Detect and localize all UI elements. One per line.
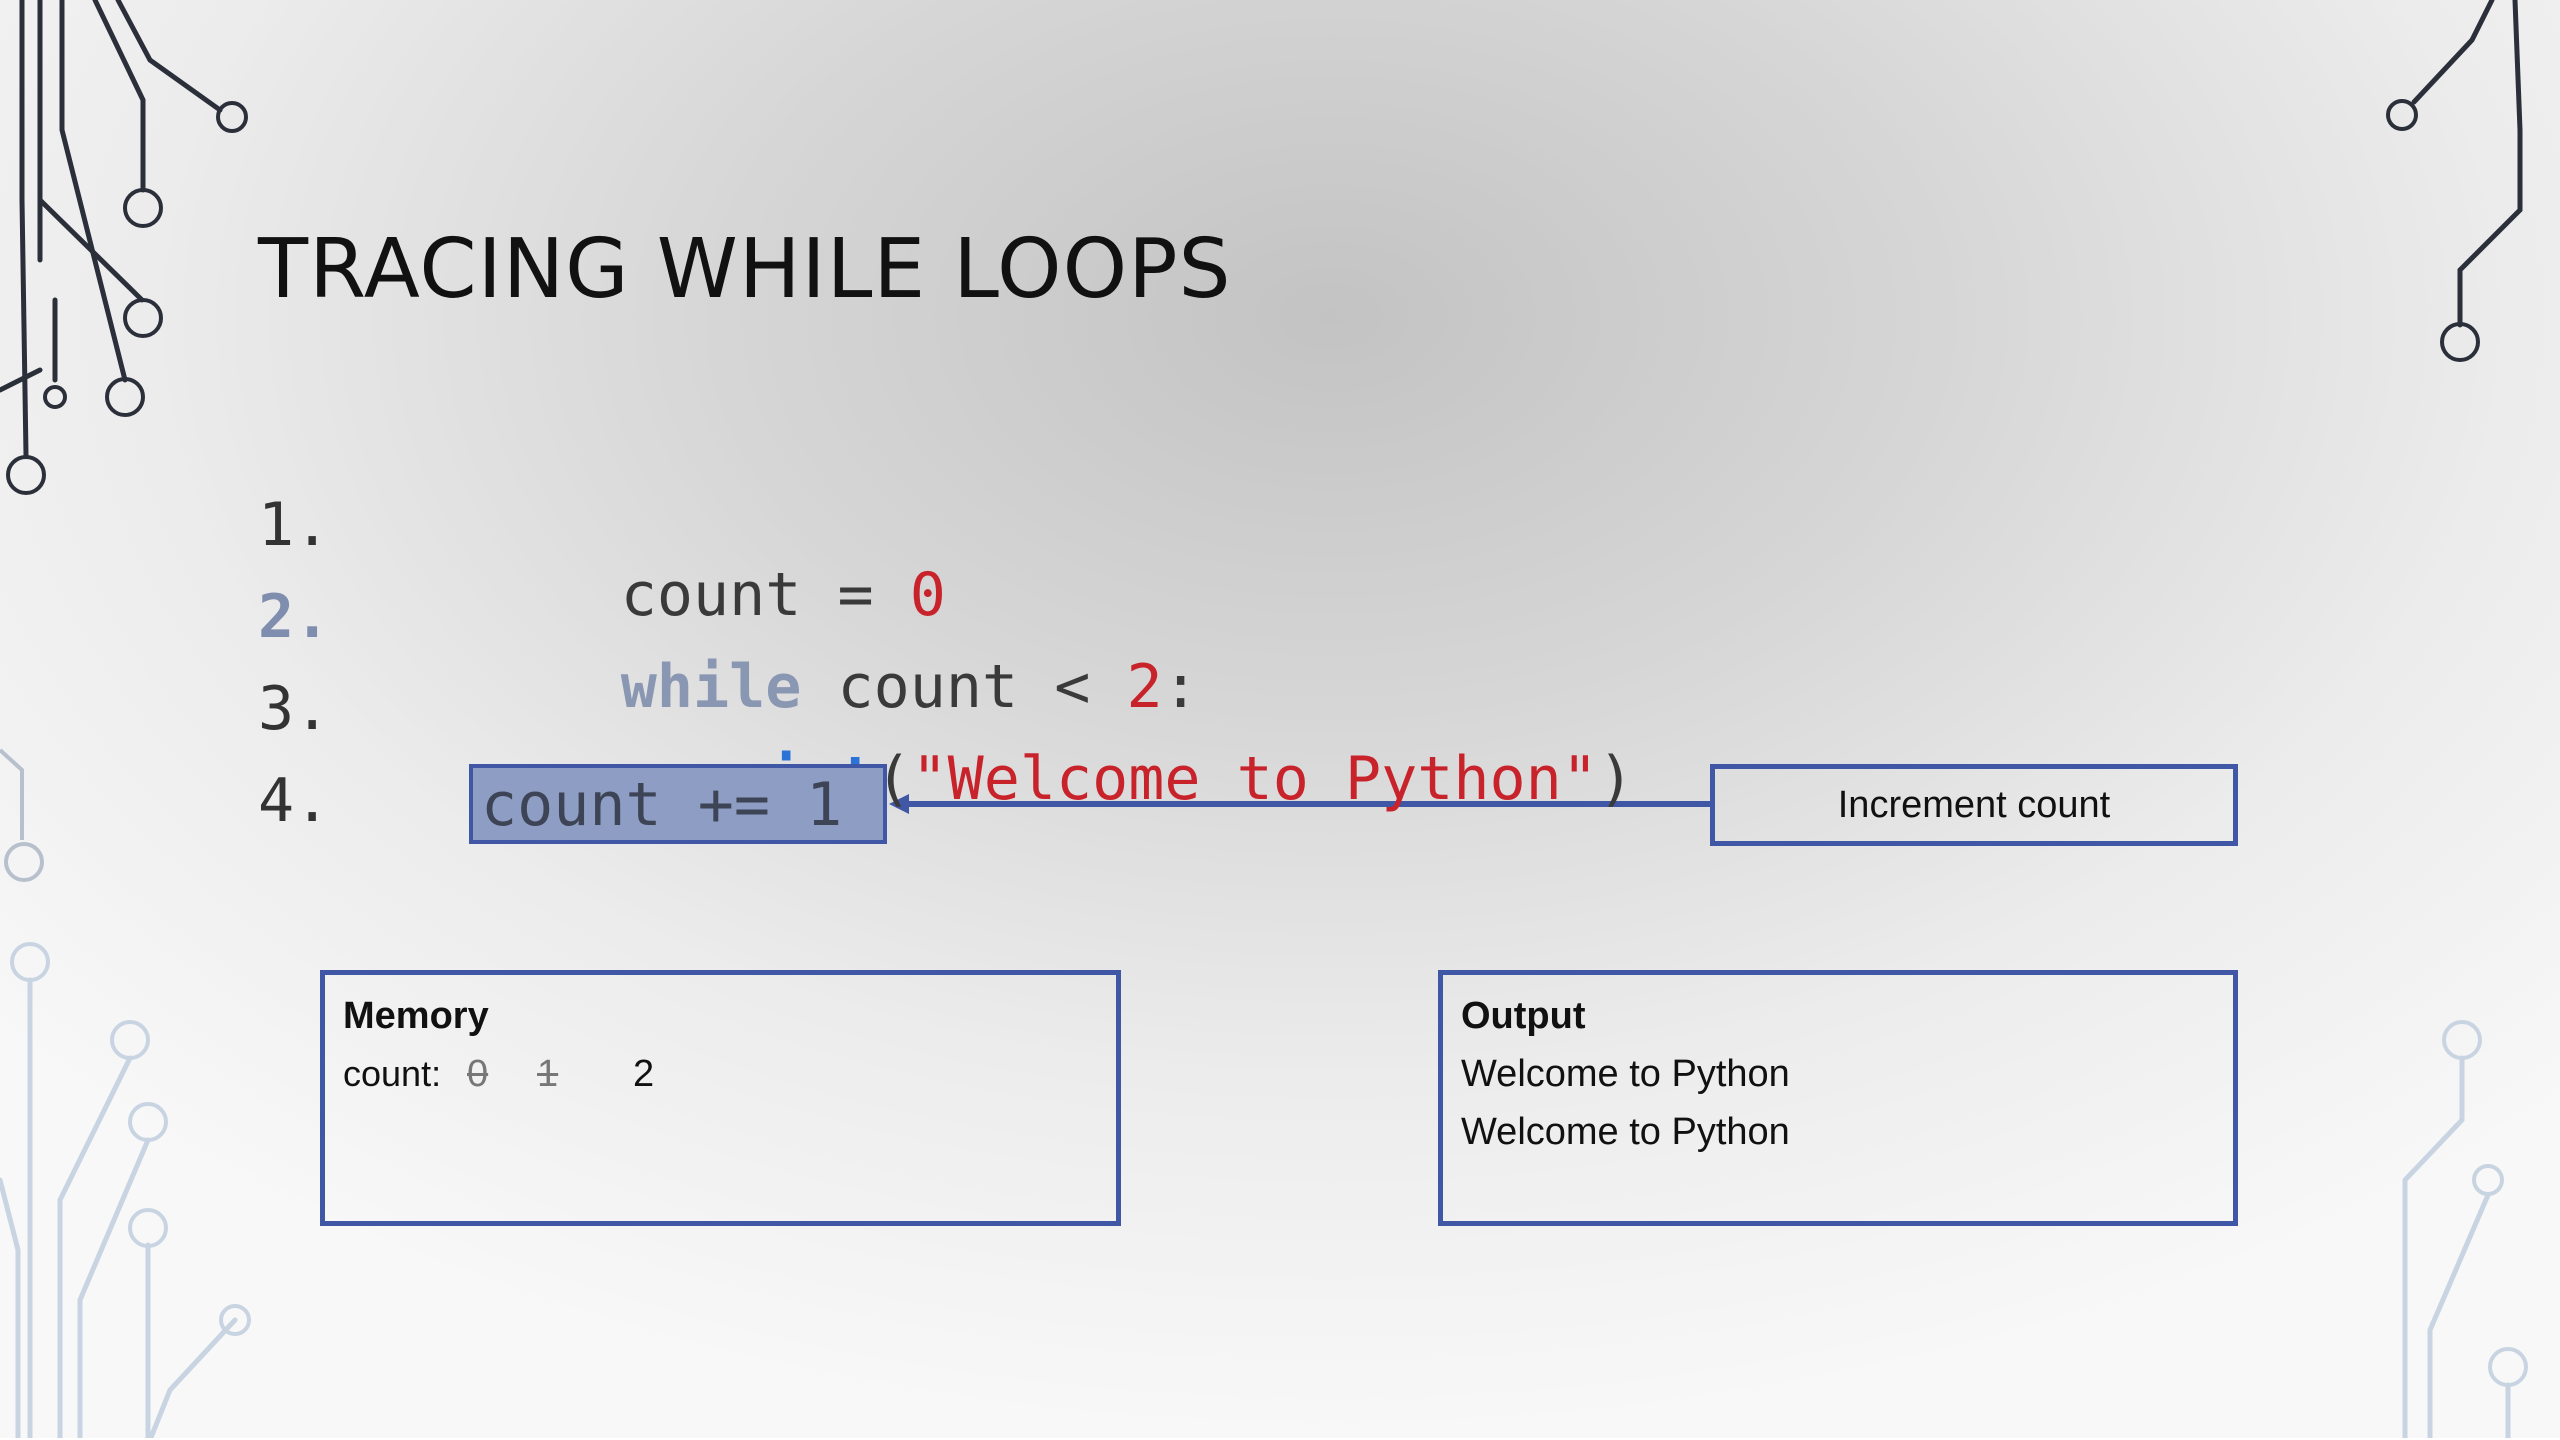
highlighted-statement: count += 1 (481, 770, 843, 840)
string-literal: "Welcome to Python" (911, 744, 1598, 814)
callout-label: Increment count (1837, 783, 2111, 826)
output-line: Welcome to Python (1461, 1111, 1790, 1153)
memory-old-value: 0 (467, 1053, 489, 1095)
slide-title: TRACING WHILE LOOPS (258, 222, 1232, 317)
slide: TRACING WHILE LOOPS 1. count = 0 2. whil… (0, 0, 2560, 1440)
memory-variable-label: count: (343, 1053, 442, 1094)
line-number: 4. (258, 766, 331, 836)
code-line-1: 1. count = 0 (258, 490, 946, 630)
output-panel: Output Welcome to Python Welcome to Pyth… (1438, 970, 2238, 1226)
code-text: ) (1597, 744, 1634, 814)
memory-panel: Memory count: 0 1 2 (320, 970, 1121, 1226)
code-line-3: 3. print("Welcome to Python") (258, 674, 1634, 814)
code-line-4: 4. (258, 766, 403, 856)
output-line: Welcome to Python (1461, 1053, 1790, 1095)
current-line-number: 2. (258, 582, 331, 652)
output-title: Output (1461, 995, 1586, 1037)
memory-current-value: 2 (633, 1053, 655, 1095)
memory-title: Memory (343, 995, 489, 1037)
memory-old-value: 1 (537, 1053, 559, 1095)
code-line-2: 2. while count < 2: (258, 582, 1199, 722)
line-number: 1. (258, 490, 331, 560)
line-number: 3. (258, 674, 331, 744)
callout-box: Increment count (1710, 764, 2238, 846)
